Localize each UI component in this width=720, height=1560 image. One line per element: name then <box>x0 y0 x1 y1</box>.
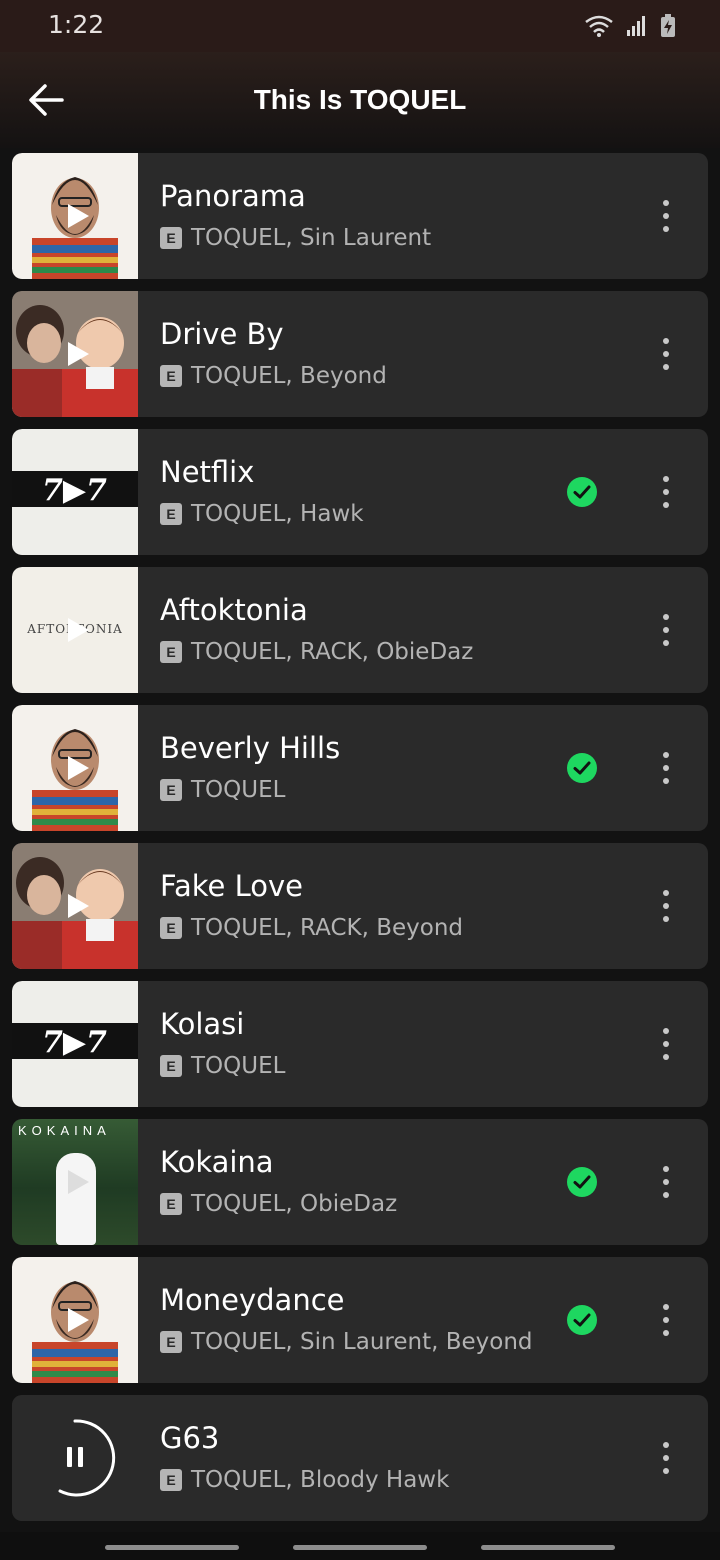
track-title: Drive By <box>160 317 284 351</box>
explicit-badge: E <box>160 1055 182 1077</box>
play-icon <box>68 342 89 366</box>
more-options-icon[interactable] <box>652 750 680 786</box>
explicit-badge: E <box>160 917 182 939</box>
play-icon <box>68 894 89 918</box>
album-art: 7▶7 <box>12 981 138 1107</box>
album-art <box>12 843 138 969</box>
track-title: Kolasi <box>160 1007 245 1041</box>
track-row[interactable]: AFTOKTONIA Aftoktonia E TOQUEL, RACK, Ob… <box>12 567 708 693</box>
explicit-badge: E <box>160 641 182 663</box>
page-title: This Is TOQUEL <box>253 84 467 115</box>
gesture-nav-bar <box>0 1532 720 1560</box>
album-art: 7▶7 <box>12 429 138 555</box>
track-row[interactable]: 7▶7 Kolasi E TOQUEL <box>12 981 708 1107</box>
track-list: Panorama E TOQUEL, Sin Laurent Drive By <box>12 153 708 1533</box>
track-subtitle: E TOQUEL, RACK, Beyond <box>160 915 463 941</box>
track-artists: TOQUEL, RACK, ObieDaz <box>191 639 474 665</box>
track-artists: TOQUEL <box>191 1053 286 1079</box>
track-row[interactable]: Drive By E TOQUEL, Beyond <box>12 291 708 417</box>
header: This Is TOQUEL <box>0 52 720 148</box>
play-icon <box>68 1308 89 1332</box>
nav-handle[interactable] <box>293 1545 427 1550</box>
album-art <box>12 1257 138 1383</box>
play-icon <box>68 1170 89 1194</box>
art-text: KOKAINA <box>18 1123 111 1138</box>
explicit-badge: E <box>160 365 182 387</box>
track-title: Aftoktonia <box>160 593 308 627</box>
track-subtitle: E TOQUEL, RACK, ObieDaz <box>160 639 473 665</box>
album-art <box>12 705 138 831</box>
more-options-icon[interactable] <box>652 198 680 234</box>
track-artists: TOQUEL, Hawk <box>191 501 364 527</box>
pause-icon <box>58 1419 116 1497</box>
nav-handle[interactable] <box>105 1545 239 1550</box>
track-row-now-playing[interactable]: G63 E TOQUEL, Bloody Hawk <box>12 1395 708 1521</box>
signal-icon <box>627 16 645 36</box>
more-options-icon[interactable] <box>652 888 680 924</box>
more-options-icon[interactable] <box>652 336 680 372</box>
track-title: G63 <box>160 1421 220 1455</box>
album-art: KOKAINA <box>12 1119 138 1245</box>
play-icon <box>68 756 89 780</box>
play-icon <box>68 618 89 642</box>
explicit-badge: E <box>160 503 182 525</box>
more-options-icon[interactable] <box>652 1302 680 1338</box>
track-artists: TOQUEL, ObieDaz <box>191 1191 398 1217</box>
explicit-badge: E <box>160 779 182 801</box>
track-row[interactable]: 7▶7 Netflix E TOQUEL, Hawk <box>12 429 708 555</box>
play-icon <box>68 204 89 228</box>
track-artists: TOQUEL, Sin Laurent, Beyond <box>191 1329 533 1355</box>
track-artists: TOQUEL, Bloody Hawk <box>191 1467 450 1493</box>
track-row[interactable]: Fake Love E TOQUEL, RACK, Beyond <box>12 843 708 969</box>
track-subtitle: E TOQUEL, Bloody Hawk <box>160 1467 449 1493</box>
album-art: AFTOKTONIA <box>12 567 138 693</box>
track-artists: TOQUEL, Beyond <box>191 363 387 389</box>
more-options-icon[interactable] <box>652 1026 680 1062</box>
explicit-badge: E <box>160 1469 182 1491</box>
more-options-icon[interactable] <box>652 474 680 510</box>
explicit-badge: E <box>160 1331 182 1353</box>
nav-handle[interactable] <box>481 1545 615 1550</box>
track-title: Moneydance <box>160 1283 345 1317</box>
downloaded-check-icon <box>567 477 597 507</box>
explicit-badge: E <box>160 227 182 249</box>
status-bar: 1:22 <box>0 0 720 52</box>
battery-charging-icon <box>661 14 675 37</box>
art-text: 7▶7 <box>42 473 107 508</box>
more-options-icon[interactable] <box>652 1440 680 1476</box>
track-title: Netflix <box>160 455 255 489</box>
album-art <box>12 291 138 417</box>
explicit-badge: E <box>160 1193 182 1215</box>
track-title: Kokaina <box>160 1145 274 1179</box>
track-subtitle: E TOQUEL, Sin Laurent <box>160 225 431 251</box>
track-row[interactable]: Panorama E TOQUEL, Sin Laurent <box>12 153 708 279</box>
album-art <box>12 153 138 279</box>
track-subtitle: E TOQUEL <box>160 1053 285 1079</box>
track-title: Panorama <box>160 179 306 213</box>
track-row[interactable]: Beverly Hills E TOQUEL <box>12 705 708 831</box>
status-icons <box>584 14 676 38</box>
track-row[interactable]: KOKAINA Kokaina E TOQUEL, ObieDaz <box>12 1119 708 1245</box>
track-subtitle: E TOQUEL, Beyond <box>160 363 387 389</box>
track-subtitle: E TOQUEL, Hawk <box>160 501 364 527</box>
track-artists: TOQUEL, RACK, Beyond <box>191 915 463 941</box>
status-time: 1:22 <box>48 10 105 39</box>
track-artists: TOQUEL, Sin Laurent <box>191 225 432 251</box>
downloaded-check-icon <box>567 753 597 783</box>
track-title: Fake Love <box>160 869 304 903</box>
track-artists: TOQUEL <box>191 777 286 803</box>
downloaded-check-icon <box>567 1167 597 1197</box>
track-subtitle: E TOQUEL <box>160 777 285 803</box>
now-playing-indicator[interactable] <box>12 1395 138 1521</box>
more-options-icon[interactable] <box>652 612 680 648</box>
art-text: 7▶7 <box>42 1025 107 1060</box>
track-title: Beverly Hills <box>160 731 341 765</box>
track-subtitle: E TOQUEL, Sin Laurent, Beyond <box>160 1329 533 1355</box>
track-row[interactable]: Moneydance E TOQUEL, Sin Laurent, Beyond <box>12 1257 708 1383</box>
track-subtitle: E TOQUEL, ObieDaz <box>160 1191 397 1217</box>
wifi-icon <box>585 15 613 37</box>
downloaded-check-icon <box>567 1305 597 1335</box>
more-options-icon[interactable] <box>652 1164 680 1200</box>
